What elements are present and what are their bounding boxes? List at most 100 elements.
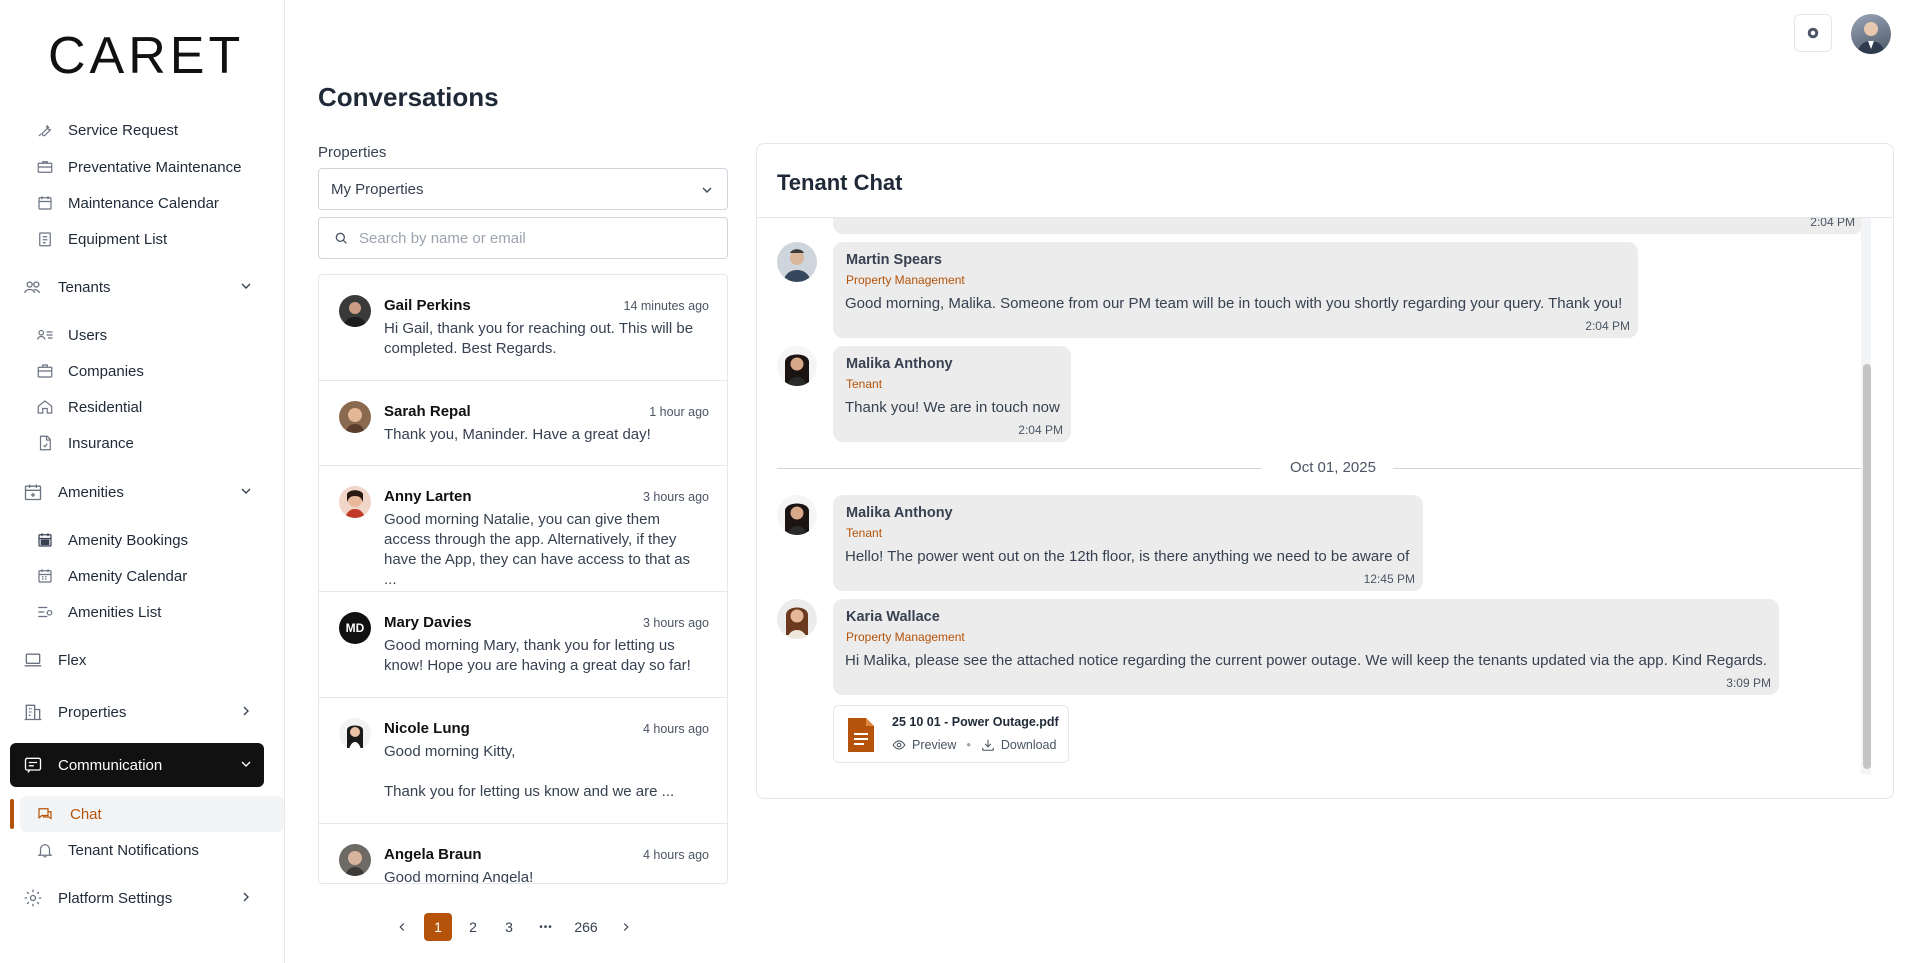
message-sender: Martin Spears — [846, 252, 942, 268]
conversation-time: 3 hours ago — [642, 490, 709, 504]
conversation-time: 3 hours ago — [642, 616, 709, 630]
conversation-time: 4 hours ago — [642, 848, 709, 862]
chat-scrollbar-thumb[interactable] — [1863, 364, 1871, 769]
sidebar-item-label: Insurance — [68, 434, 134, 452]
sidebar-group-communication[interactable]: Communication — [10, 743, 264, 787]
sidebar-item-flex[interactable]: Flex — [22, 642, 264, 678]
sidebar-group-tenants[interactable]: Tenants — [22, 269, 264, 305]
sidebar-group-label: Communication — [58, 756, 163, 774]
clipboard-icon — [34, 228, 56, 250]
sidebar-item-tenant-notifications[interactable]: Tenant Notifications — [34, 832, 199, 868]
pagination-page[interactable]: 3 — [496, 913, 522, 941]
chevron-right-icon — [619, 920, 633, 934]
avatar — [339, 718, 371, 750]
bell-icon — [34, 839, 56, 861]
home-icon — [34, 396, 56, 418]
sidebar-group-properties[interactable]: Properties — [22, 694, 264, 730]
message-text: Thank you! We are in touch now — [845, 399, 1060, 416]
briefcase-icon — [34, 360, 56, 382]
message-sender: Karia Wallace — [846, 609, 940, 625]
sidebar-item-chat[interactable]: Chat — [20, 796, 284, 832]
conversation-item[interactable]: Nicole Lung 4 hours ago Good morning Kit… — [319, 698, 727, 824]
sidebar-item-service-request[interactable]: Service Request — [34, 112, 178, 148]
sidebar: CARET Service Request Preventative Maint… — [0, 0, 285, 963]
download-link[interactable]: Download — [981, 738, 1056, 752]
message-text: Hi Malika, please see the attached notic… — [845, 652, 1767, 669]
sidebar-item-label: Amenities List — [68, 603, 162, 621]
message-text: Good morning, Malika. Someone from our P… — [845, 295, 1623, 312]
avatar — [339, 844, 371, 876]
pagination-page[interactable]: 266 — [568, 913, 604, 941]
avatar — [777, 242, 817, 282]
sidebar-item-users[interactable]: Users — [34, 317, 107, 353]
date-separator: Oct 01, 2025 — [777, 458, 1861, 478]
sidebar-item-amenity-calendar[interactable]: Amenity Calendar — [34, 558, 187, 594]
sidebar-item-maintenance-calendar[interactable]: Maintenance Calendar — [34, 185, 219, 221]
avatar — [339, 401, 371, 433]
conversation-time: 4 hours ago — [642, 722, 709, 736]
pdf-file-icon — [846, 716, 876, 754]
message-bubble: 2:04 PM — [833, 218, 1863, 234]
separator-dot: • — [966, 738, 971, 752]
sidebar-group-platform-settings[interactable]: Platform Settings — [22, 880, 264, 916]
message-sender: Malika Anthony — [846, 356, 953, 372]
conversation-preview: Good morning Kitty, Thank you for lettin… — [384, 743, 675, 800]
pagination-page[interactable]: 2 — [460, 913, 486, 941]
sidebar-item-equipment-list[interactable]: Equipment List — [34, 221, 167, 257]
user-avatar[interactable] — [1851, 14, 1891, 54]
pagination-prev[interactable] — [390, 913, 414, 941]
sidebar-item-amenities-list[interactable]: Amenities List — [34, 594, 161, 630]
properties-select[interactable]: My Properties — [318, 168, 728, 210]
chevron-right-icon — [238, 703, 254, 719]
sidebar-item-amenity-bookings[interactable]: Amenity Bookings — [34, 522, 188, 558]
chevron-right-icon — [238, 889, 254, 905]
calendar-grid-icon — [34, 565, 56, 587]
chevron-down-icon — [238, 483, 254, 499]
sidebar-item-residential[interactable]: Residential — [34, 389, 142, 425]
chat-box-icon — [22, 754, 44, 776]
active-indicator — [10, 799, 14, 829]
conversation-name: Mary Davies — [384, 614, 472, 631]
message-time: 2:04 PM — [1585, 319, 1630, 333]
chevron-down-icon — [238, 278, 254, 294]
conversation-item[interactable]: Sarah Repal 1 hour ago Thank you, Manind… — [319, 381, 727, 466]
chat-icon — [34, 803, 56, 825]
settings-button[interactable] — [1794, 14, 1832, 52]
conversation-item[interactable]: Anny Larten 3 hours ago Good morning Nat… — [319, 466, 727, 592]
pagination-page[interactable]: 1 — [424, 913, 452, 941]
conversation-item[interactable]: Gail Perkins 14 minutes ago Hi Gail, tha… — [319, 275, 727, 381]
sidebar-item-label: Chat — [70, 805, 102, 823]
conversation-name: Gail Perkins — [384, 297, 471, 314]
sidebar-item-label: Residential — [68, 398, 143, 416]
sidebar-group-amenities[interactable]: Amenities — [22, 474, 264, 510]
calendar-icon — [34, 192, 56, 214]
sidebar-group-label: Platform Settings — [58, 889, 173, 907]
sidebar-item-companies[interactable]: Companies — [34, 353, 144, 389]
chevron-down-icon — [699, 182, 715, 198]
attachment-filename: 25 10 01 - Power Outage.pdf — [892, 715, 1059, 729]
sidebar-group-label: Tenants — [58, 278, 111, 296]
pagination-next[interactable] — [614, 913, 638, 941]
caret-logo[interactable]: CARET — [48, 26, 244, 86]
pagination-ellipsis[interactable]: ••• — [532, 913, 560, 941]
conversation-time: 14 minutes ago — [623, 299, 709, 313]
gear-icon — [1804, 24, 1822, 42]
message-time: 12:45 PM — [1363, 572, 1415, 586]
search-box — [318, 217, 728, 259]
chevron-left-icon — [395, 920, 409, 934]
sidebar-group-label: Amenities — [58, 483, 124, 501]
sidebar-item-label: Equipment List — [68, 230, 168, 248]
download-icon — [981, 738, 995, 752]
conversation-item[interactable]: Angela Braun 4 hours ago Good morning An… — [319, 824, 727, 883]
search-input[interactable] — [359, 229, 699, 247]
properties-select-value: My Properties — [331, 180, 424, 198]
sidebar-item-insurance[interactable]: Insurance — [34, 425, 134, 461]
building-icon — [22, 701, 44, 723]
conversation-item[interactable]: MD Mary Davies 3 hours ago Good morning … — [319, 592, 727, 698]
sidebar-item-label: Users — [68, 326, 108, 344]
search-icon — [333, 230, 349, 246]
date-separator-label: Oct 01, 2025 — [1275, 459, 1391, 476]
sidebar-item-label: Amenity Bookings — [68, 531, 189, 549]
sidebar-item-preventative-maintenance[interactable]: Preventative Maintenance — [34, 149, 241, 185]
preview-link[interactable]: Preview — [892, 738, 956, 752]
